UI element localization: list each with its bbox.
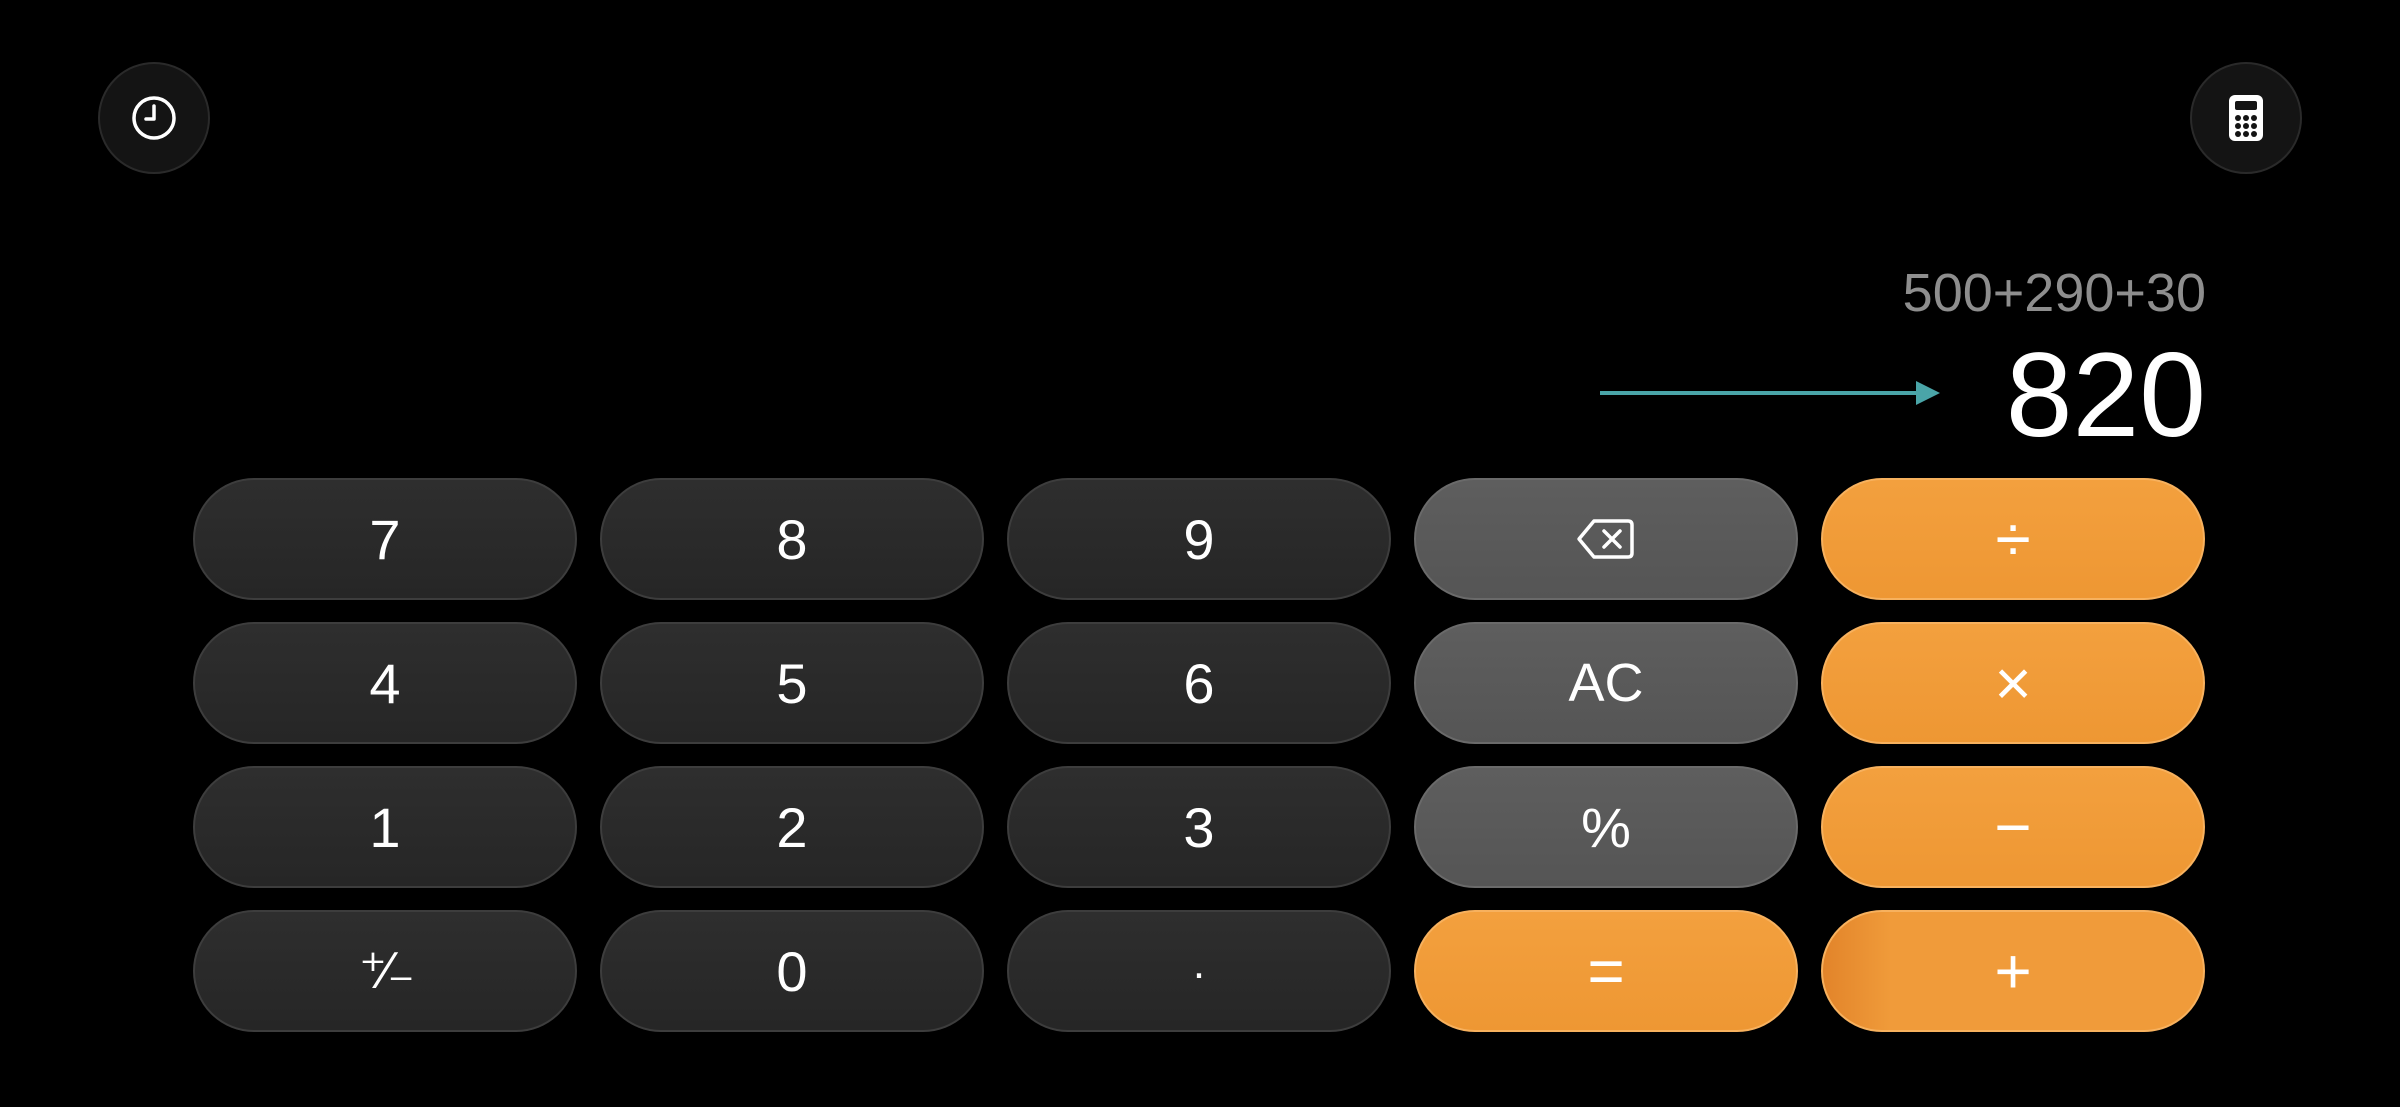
key-8[interactable]: 8 [600, 478, 984, 600]
expression-display: 500+290+30 [1902, 263, 2206, 323]
key-6[interactable]: 6 [1007, 622, 1391, 744]
calculator-icon [2229, 95, 2263, 141]
add-button[interactable]: + [1821, 910, 2205, 1032]
key-4[interactable]: 4 [193, 622, 577, 744]
key-7[interactable]: 7 [193, 478, 577, 600]
backspace-button[interactable] [1414, 478, 1798, 600]
clear-button[interactable]: AC [1414, 622, 1798, 744]
divide-button[interactable]: ÷ [1821, 478, 2205, 600]
calculator-app: 500+290+30 820 7 8 9 ÷ 4 5 6 AC × 1 2 3 … [0, 0, 2400, 1107]
key-3[interactable]: 3 [1007, 766, 1391, 888]
decimal-button[interactable]: . [1007, 910, 1391, 1032]
key-5[interactable]: 5 [600, 622, 984, 744]
equals-button[interactable]: = [1414, 910, 1798, 1032]
key-1[interactable]: 1 [193, 766, 577, 888]
backspace-icon [1577, 519, 1634, 559]
percent-button[interactable]: % [1414, 766, 1798, 888]
sign-toggle-button[interactable]: ⁺∕₋ [193, 910, 577, 1032]
key-0[interactable]: 0 [600, 910, 984, 1032]
sign-toggle-label: ⁺∕₋ [359, 942, 415, 1000]
calculator-mode-button[interactable] [2190, 62, 2302, 174]
key-9[interactable]: 9 [1007, 478, 1391, 600]
key-2[interactable]: 2 [600, 766, 984, 888]
keypad: 7 8 9 ÷ 4 5 6 AC × 1 2 3 % − ⁺∕₋ 0 . = + [193, 478, 2205, 1032]
annotation-arrow-icon [1600, 381, 1940, 405]
clock-icon [132, 96, 176, 140]
history-button[interactable] [98, 62, 210, 174]
multiply-button[interactable]: × [1821, 622, 2205, 744]
result-display: 820 [2005, 328, 2206, 462]
subtract-button[interactable]: − [1821, 766, 2205, 888]
